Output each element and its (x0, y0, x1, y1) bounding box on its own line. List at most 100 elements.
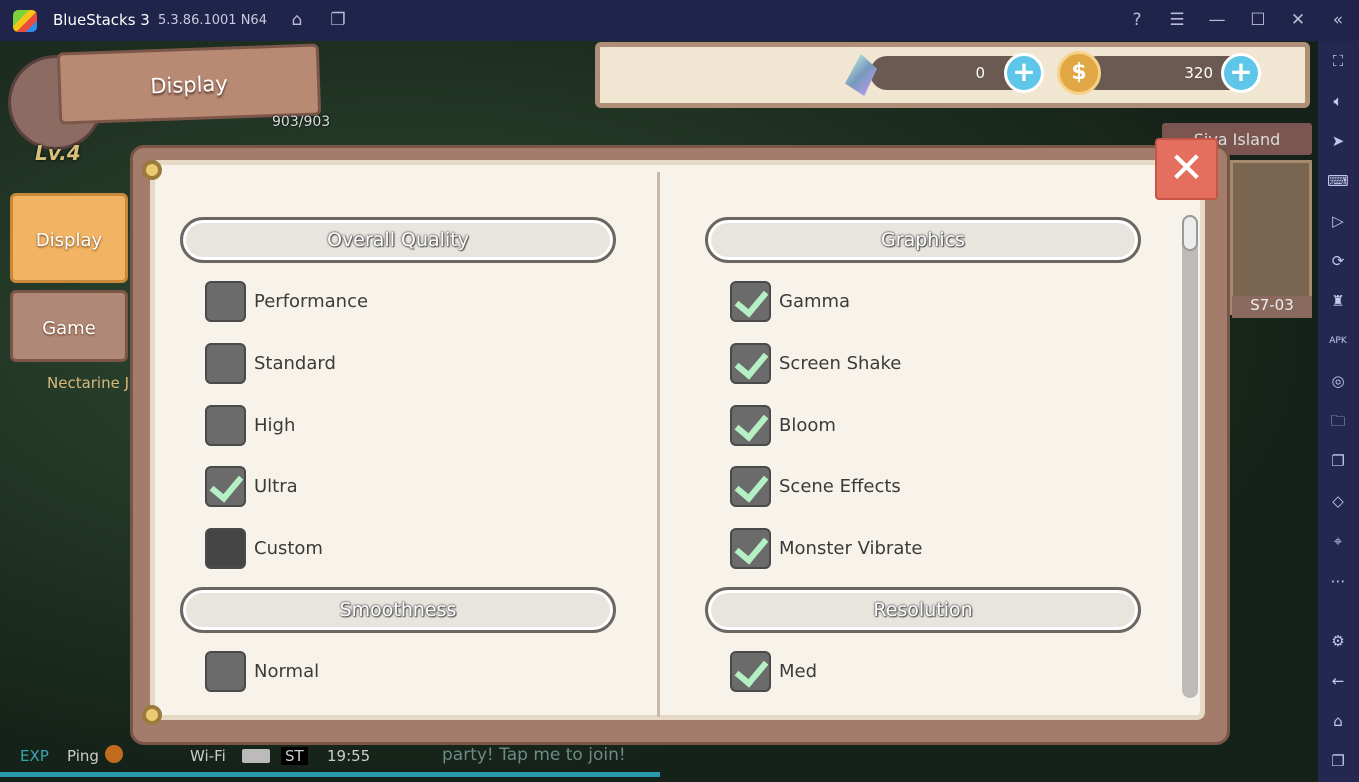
option-label: Bloom (779, 414, 836, 436)
scrollbar-track[interactable] (1182, 215, 1198, 698)
scrollbar-thumb[interactable] (1182, 215, 1198, 251)
option-monster-vibrate[interactable]: Monster Vibrate (730, 527, 923, 569)
sign-title: Display (149, 71, 229, 99)
checkbox[interactable] (205, 280, 246, 322)
column-divider (657, 172, 660, 717)
option-label: Scene Effects (779, 475, 901, 497)
pointer-icon[interactable]: ➤ (1327, 130, 1349, 152)
multi-instance-icon[interactable]: ❐ (327, 9, 349, 31)
home-icon[interactable]: ⌂ (286, 9, 308, 31)
option-normal[interactable]: Normal (205, 650, 319, 692)
checkbox-checked[interactable] (730, 465, 771, 507)
tab-label: Game (42, 318, 96, 339)
option-label: Normal (254, 660, 320, 682)
display-sign: Display (56, 43, 322, 125)
shake-icon[interactable]: ♜ (1327, 290, 1349, 312)
option-screen-shake[interactable]: Screen Shake (730, 342, 901, 384)
recents-icon[interactable]: ❐ (1327, 750, 1349, 772)
checkbox-checked[interactable] (730, 527, 771, 569)
overall-quality-header: Overall Quality (180, 217, 616, 263)
option-standard[interactable]: Standard (205, 342, 336, 384)
option-high[interactable]: High (205, 404, 295, 446)
option-med[interactable]: Med (730, 650, 817, 692)
st-label: ST (281, 747, 308, 765)
checkbox[interactable] (205, 404, 246, 446)
checkbox-checked[interactable] (730, 342, 771, 384)
app-title: BlueStacks 3 (53, 11, 150, 29)
option-label: Screen Shake (779, 352, 902, 374)
menu-icon[interactable]: ☰ (1166, 9, 1188, 31)
ping-label: Ping (67, 747, 99, 765)
app-version: 5.3.86.1001 N64 (158, 13, 267, 28)
option-bloom[interactable]: Bloom (730, 404, 836, 446)
option-label: Standard (254, 352, 336, 374)
option-scene-effects[interactable]: Scene Effects (730, 465, 901, 507)
minimize-icon[interactable]: — (1206, 9, 1228, 31)
multi-window-icon[interactable]: ❐ (1327, 450, 1349, 472)
checkbox-checked[interactable] (205, 465, 246, 507)
checkbox[interactable] (205, 527, 246, 569)
option-gamma[interactable]: Gamma (730, 280, 850, 322)
minimap[interactable] (1230, 160, 1312, 315)
option-performance[interactable]: Performance (205, 280, 368, 322)
settings-icon[interactable]: ⚙ (1327, 630, 1349, 652)
rivet-icon (142, 160, 162, 180)
folder-icon[interactable]: 🗀 (1327, 410, 1349, 432)
fullscreen-icon[interactable]: ⛶ (1327, 50, 1349, 72)
rotate-icon[interactable]: ⟳ (1327, 250, 1349, 272)
help-icon[interactable]: ? (1126, 9, 1148, 31)
location-icon[interactable]: ⌖ (1327, 530, 1349, 552)
option-label: Ultra (254, 475, 298, 497)
back-icon[interactable]: ← (1327, 670, 1349, 692)
status-strip: EXP Ping Wi-Fi ST 19:55 party! Tap me to… (0, 742, 1318, 772)
checkbox[interactable] (205, 650, 246, 692)
exp-label: EXP (20, 747, 49, 765)
more-icon[interactable]: ⋯ (1327, 570, 1349, 592)
tab-display[interactable]: Display (10, 193, 128, 283)
clock: 19:55 (327, 747, 371, 765)
option-label: Monster Vibrate (779, 537, 923, 559)
checkbox[interactable] (205, 342, 246, 384)
resolution-header: Resolution (705, 587, 1141, 633)
option-label: Med (779, 660, 818, 682)
collapse-icon[interactable]: « (1327, 9, 1349, 31)
wifi-label: Wi-Fi (190, 747, 226, 765)
home-icon[interactable]: ⌂ (1327, 710, 1349, 732)
maximize-icon[interactable]: ☐ (1247, 9, 1269, 31)
option-custom[interactable]: Custom (205, 527, 323, 569)
title-bar: BlueStacks 3 5.3.86.1001 N64 ⌂ ❐ ? ☰ — ☐… (0, 0, 1359, 41)
option-label: Gamma (779, 290, 851, 312)
add-gems-button[interactable]: + (1004, 53, 1044, 93)
smoothness-header: Smoothness (180, 587, 616, 633)
right-sidebar: ⛶ 🔈︎ ➤ ⌨ ▷ ⟳ ♜ APK ◎ 🗀 ❐ ◇ ⌖ ⋯ ⚙ ← ⌂ ❐ (1318, 41, 1359, 782)
player-level: Lv.4 (35, 141, 81, 165)
option-label: Custom (254, 537, 323, 559)
keyboard-icon[interactable]: ⌨ (1327, 170, 1349, 192)
screenshot-icon[interactable]: ◎ (1327, 370, 1349, 392)
npc-name: Nectarine Je (47, 374, 139, 392)
close-icon[interactable]: ✕ (1287, 9, 1309, 31)
volume-icon[interactable]: 🔈︎ (1327, 90, 1349, 112)
checkbox-checked[interactable] (730, 650, 771, 692)
eraser-icon[interactable]: ◇ (1327, 490, 1349, 512)
checkbox-checked[interactable] (730, 280, 771, 322)
option-label: Performance (254, 290, 369, 312)
tab-label: Display (35, 230, 103, 251)
close-panel-button[interactable]: ✕ (1155, 138, 1218, 200)
ping-indicator-icon (105, 745, 123, 763)
option-ultra[interactable]: Ultra (205, 465, 298, 507)
hp-readout: 903/903 (272, 114, 331, 130)
apk-icon[interactable]: APK (1327, 330, 1349, 352)
graphics-header: Graphics (705, 217, 1141, 263)
macro-icon[interactable]: ▷ (1327, 210, 1349, 232)
coin-icon: $ (1057, 51, 1101, 95)
exp-bar (0, 772, 660, 777)
add-coins-button[interactable]: + (1221, 53, 1261, 93)
tab-game[interactable]: Game (10, 290, 128, 362)
bluestacks-logo-icon (13, 10, 37, 32)
rivet-icon (142, 705, 162, 725)
battery-icon (242, 749, 270, 763)
chat-message[interactable]: party! Tap me to join! (442, 745, 626, 765)
checkbox-checked[interactable] (730, 404, 771, 446)
option-label: High (254, 414, 296, 436)
